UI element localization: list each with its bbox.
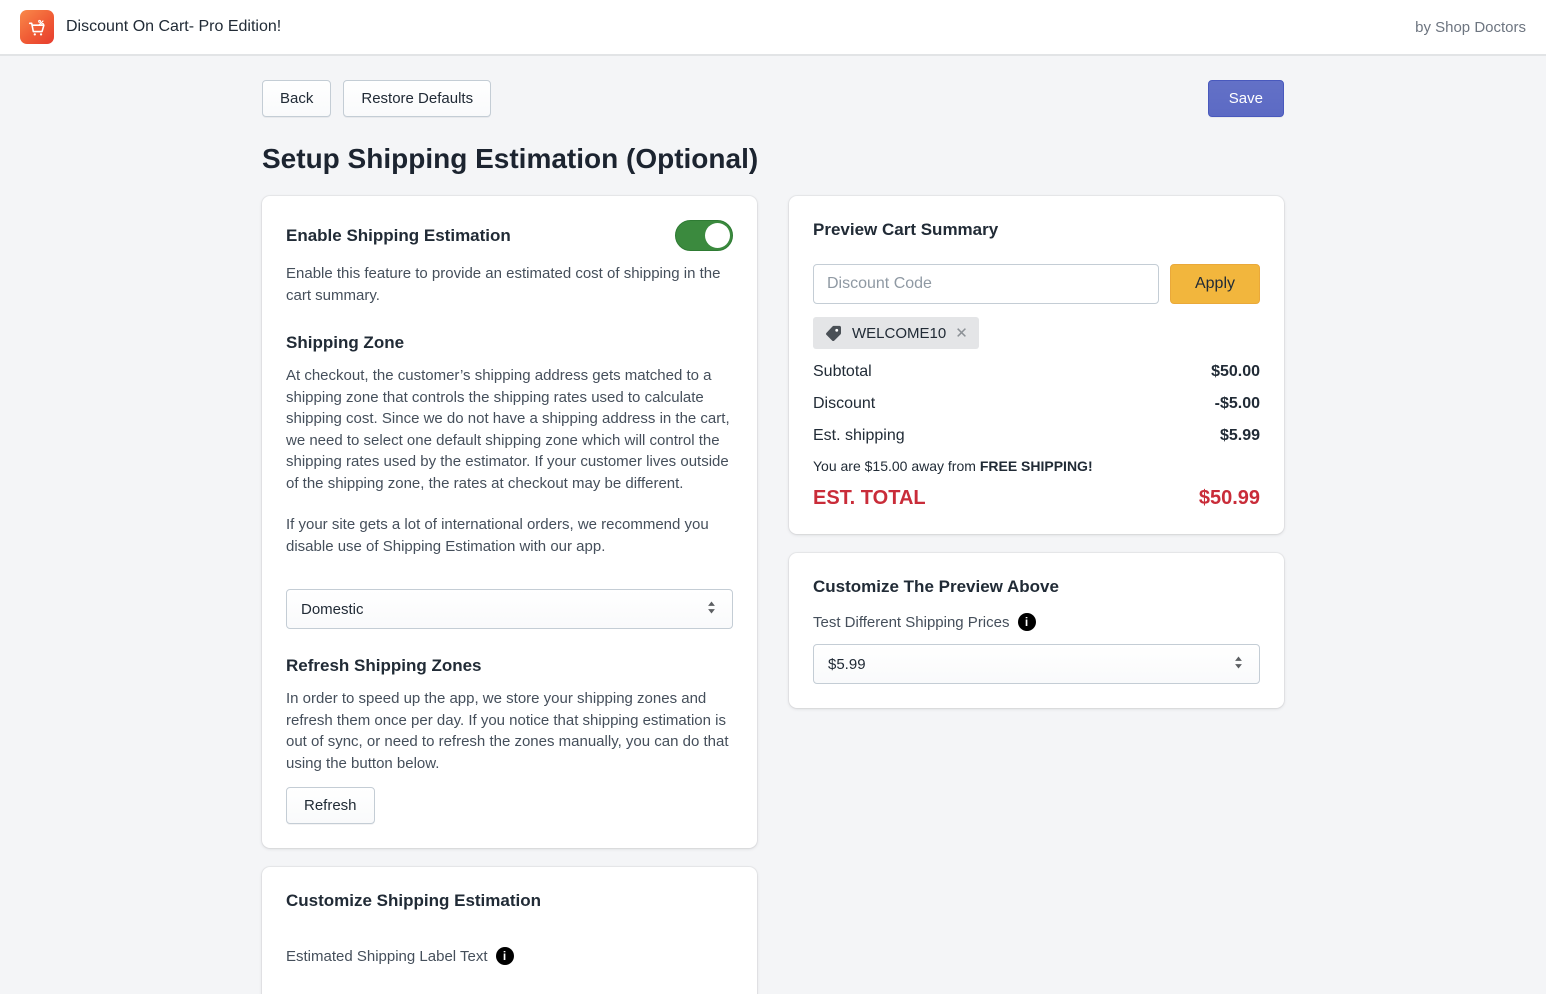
est-shipping-value: $5.99 (1220, 427, 1260, 445)
refresh-zones-heading: Refresh Shipping Zones (286, 656, 733, 676)
page-title: Setup Shipping Estimation (Optional) (262, 143, 1284, 175)
info-icon[interactable] (1018, 613, 1036, 631)
enable-shipping-toggle[interactable] (675, 220, 733, 251)
shipping-estimation-settings-card: Enable Shipping Estimation Enable this f… (262, 196, 757, 848)
app-byline: by Shop Doctors (1415, 19, 1526, 36)
back-button[interactable]: Back (262, 80, 331, 117)
info-icon[interactable] (496, 947, 514, 965)
apply-button[interactable]: Apply (1170, 264, 1260, 304)
select-updown-caret-icon (705, 600, 718, 619)
select-updown-caret-icon (1232, 655, 1245, 674)
app-title: Discount On Cart- Pro Edition! (66, 18, 281, 36)
refresh-zones-description: In order to speed up the app, we store y… (286, 688, 733, 774)
app-logo-cart-icon (20, 10, 54, 44)
applied-discount-code: WELCOME10 (852, 325, 946, 342)
free-shipping-note: You are $15.00 away from FREE SHIPPING! (813, 458, 1260, 474)
preview-cart-heading: Preview Cart Summary (813, 220, 1260, 240)
shipping-price-select[interactable]: $5.99 (813, 644, 1260, 684)
est-total-value: $50.99 (1199, 487, 1260, 510)
shipping-zone-selected-value: Domestic (301, 601, 364, 618)
est-total-row: EST. TOTAL $50.99 (813, 487, 1260, 510)
applied-discount-tag: WELCOME10 ✕ (813, 317, 979, 349)
discount-row: Discount -$5.00 (813, 395, 1260, 413)
subtotal-row: Subtotal $50.00 (813, 363, 1260, 381)
discount-label: Discount (813, 395, 875, 413)
enable-shipping-description: Enable this feature to provide an estima… (286, 263, 733, 306)
discount-value: -$5.00 (1215, 395, 1260, 413)
remove-discount-icon[interactable]: ✕ (955, 326, 968, 341)
customize-shipping-estimation-card: Customize Shipping Estimation Estimated … (262, 867, 757, 994)
est-shipping-row: Est. shipping $5.99 (813, 427, 1260, 445)
app-header: Discount On Cart- Pro Edition! by Shop D… (0, 0, 1546, 56)
discount-code-input[interactable] (813, 264, 1159, 304)
shipping-price-selected-value: $5.99 (828, 656, 866, 673)
tag-icon (824, 324, 843, 343)
refresh-button[interactable]: Refresh (286, 787, 375, 824)
shipping-zone-paragraph-2: If your site gets a lot of international… (286, 514, 733, 557)
est-total-label: EST. TOTAL (813, 487, 926, 510)
restore-defaults-button[interactable]: Restore Defaults (343, 80, 491, 117)
test-shipping-prices-label: Test Different Shipping Prices (813, 614, 1010, 631)
save-button[interactable]: Save (1208, 80, 1284, 117)
customize-preview-heading: Customize The Preview Above (813, 577, 1260, 597)
est-shipping-label: Est. shipping (813, 427, 905, 445)
subtotal-value: $50.00 (1211, 363, 1260, 381)
toolbar: Back Restore Defaults Save (262, 80, 1284, 117)
shipping-zone-heading: Shipping Zone (286, 333, 733, 353)
estimated-shipping-label-text: Estimated Shipping Label Text (286, 948, 488, 965)
shipping-zone-select[interactable]: Domestic (286, 589, 733, 629)
subtotal-label: Subtotal (813, 363, 872, 381)
enable-shipping-heading: Enable Shipping Estimation (286, 226, 511, 246)
preview-cart-summary-card: Preview Cart Summary Apply WELCOME10 ✕ S… (789, 196, 1284, 534)
customize-preview-card: Customize The Preview Above Test Differe… (789, 553, 1284, 708)
customize-shipping-heading: Customize Shipping Estimation (286, 891, 733, 911)
shipping-zone-paragraph-1: At checkout, the customer’s shipping add… (286, 365, 733, 494)
